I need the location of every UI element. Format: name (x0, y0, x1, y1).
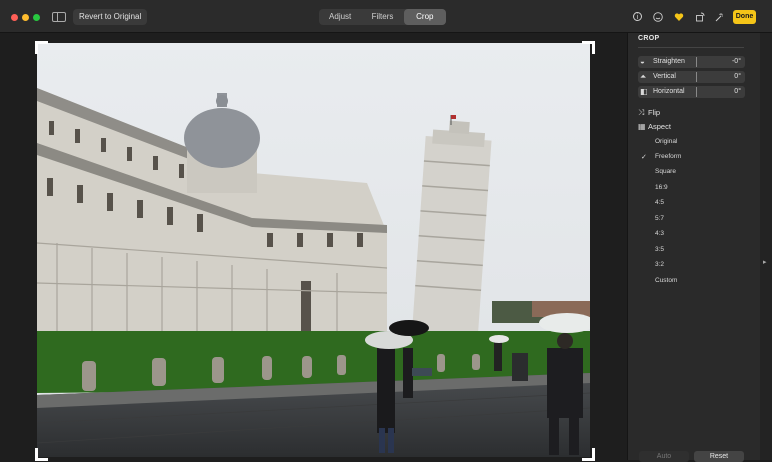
minimize-window-button[interactable] (22, 14, 29, 21)
vertical-slider-handle[interactable] (696, 72, 697, 82)
vertical-value: 0° (734, 73, 741, 80)
crop-handle-top-left[interactable] (35, 41, 48, 54)
straighten-slider-handle[interactable] (696, 57, 697, 67)
photo-leaning-tower-of-pisa[interactable] (37, 43, 590, 457)
straighten-slider[interactable]: ◒ Straighten -0° (638, 56, 745, 68)
aspect-icon: ▦ (638, 122, 646, 131)
smiley-icon[interactable] (653, 12, 663, 22)
reset-button[interactable]: Reset (694, 451, 744, 462)
aspect-option-5-7[interactable]: 5:7 (655, 215, 664, 222)
aspect-option-freeform[interactable]: Freeform (655, 153, 681, 160)
horizontal-label: Horizontal (653, 88, 685, 95)
aspect-option-custom[interactable]: Custom (655, 277, 677, 284)
aspect-option-square[interactable]: Square (655, 168, 676, 175)
aspect-option-3-2[interactable]: 3:2 (655, 261, 664, 268)
tab-adjust[interactable]: Adjust (319, 9, 361, 25)
toolbar: Revert to Original Adjust Filters Crop i… (0, 0, 772, 33)
done-button[interactable]: Done (733, 10, 756, 24)
aspect-option-3-5[interactable]: 3:5 (655, 246, 664, 253)
crop-handle-bottom-left[interactable] (35, 448, 48, 461)
horizontal-slider-handle[interactable] (696, 87, 697, 97)
aspect-label: Aspect (648, 122, 671, 131)
vertical-label: Vertical (653, 73, 676, 80)
edit-mode-tabs: Adjust Filters Crop (319, 9, 446, 25)
horizontal-perspective-icon: ◧ (640, 87, 648, 96)
crop-handle-top-right[interactable] (582, 41, 595, 54)
aspect-option-4-3[interactable]: 4:3 (655, 230, 664, 237)
straighten-value: -0° (731, 58, 741, 65)
straighten-label: Straighten (653, 58, 685, 65)
magic-wand-icon[interactable] (714, 12, 724, 22)
sidebar-toggle-icon[interactable] (52, 12, 66, 22)
aspect-option-16-9[interactable]: 16:9 (655, 184, 668, 191)
crop-handle-bottom-right[interactable] (582, 448, 595, 461)
aspect-option-4-5[interactable]: 4:5 (655, 199, 664, 206)
heart-icon[interactable] (674, 12, 684, 22)
aspect-section[interactable]: ▦ Aspect (638, 122, 671, 131)
rotate-icon[interactable] (695, 12, 705, 22)
tab-filters[interactable]: Filters (361, 9, 403, 25)
straighten-icon: ◒ (640, 57, 645, 66)
zoom-window-button[interactable] (33, 14, 40, 21)
aspect-option-original[interactable]: Original (655, 138, 677, 145)
close-window-button[interactable] (11, 14, 18, 21)
horizontal-slider[interactable]: ◧ Horizontal 0° (638, 86, 745, 98)
vertical-slider[interactable]: ⏶ Vertical 0° (638, 71, 745, 83)
info-icon[interactable]: i (633, 12, 642, 21)
crop-panel: CROP ◒ Straighten -0° ⏶ Vertical 0° ◧ Ho… (627, 33, 761, 460)
revert-to-original-button[interactable]: Revert to Original (73, 9, 148, 25)
flip-button[interactable]: ⤨ Flip (638, 108, 660, 118)
flip-label: Flip (648, 108, 661, 117)
panel-title: CROP (638, 35, 660, 42)
panel-divider (638, 47, 744, 48)
tab-crop[interactable]: Crop (403, 9, 446, 25)
checkmark-icon: ✓ (641, 154, 647, 161)
auto-button[interactable]: Auto (639, 451, 689, 462)
panel-expand-icon[interactable]: ▸ (763, 258, 768, 268)
horizontal-value: 0° (734, 88, 741, 95)
right-scroll-gutter (760, 33, 772, 460)
vertical-perspective-icon: ⏶ (640, 72, 647, 81)
flip-icon: ⤨ (638, 108, 645, 117)
